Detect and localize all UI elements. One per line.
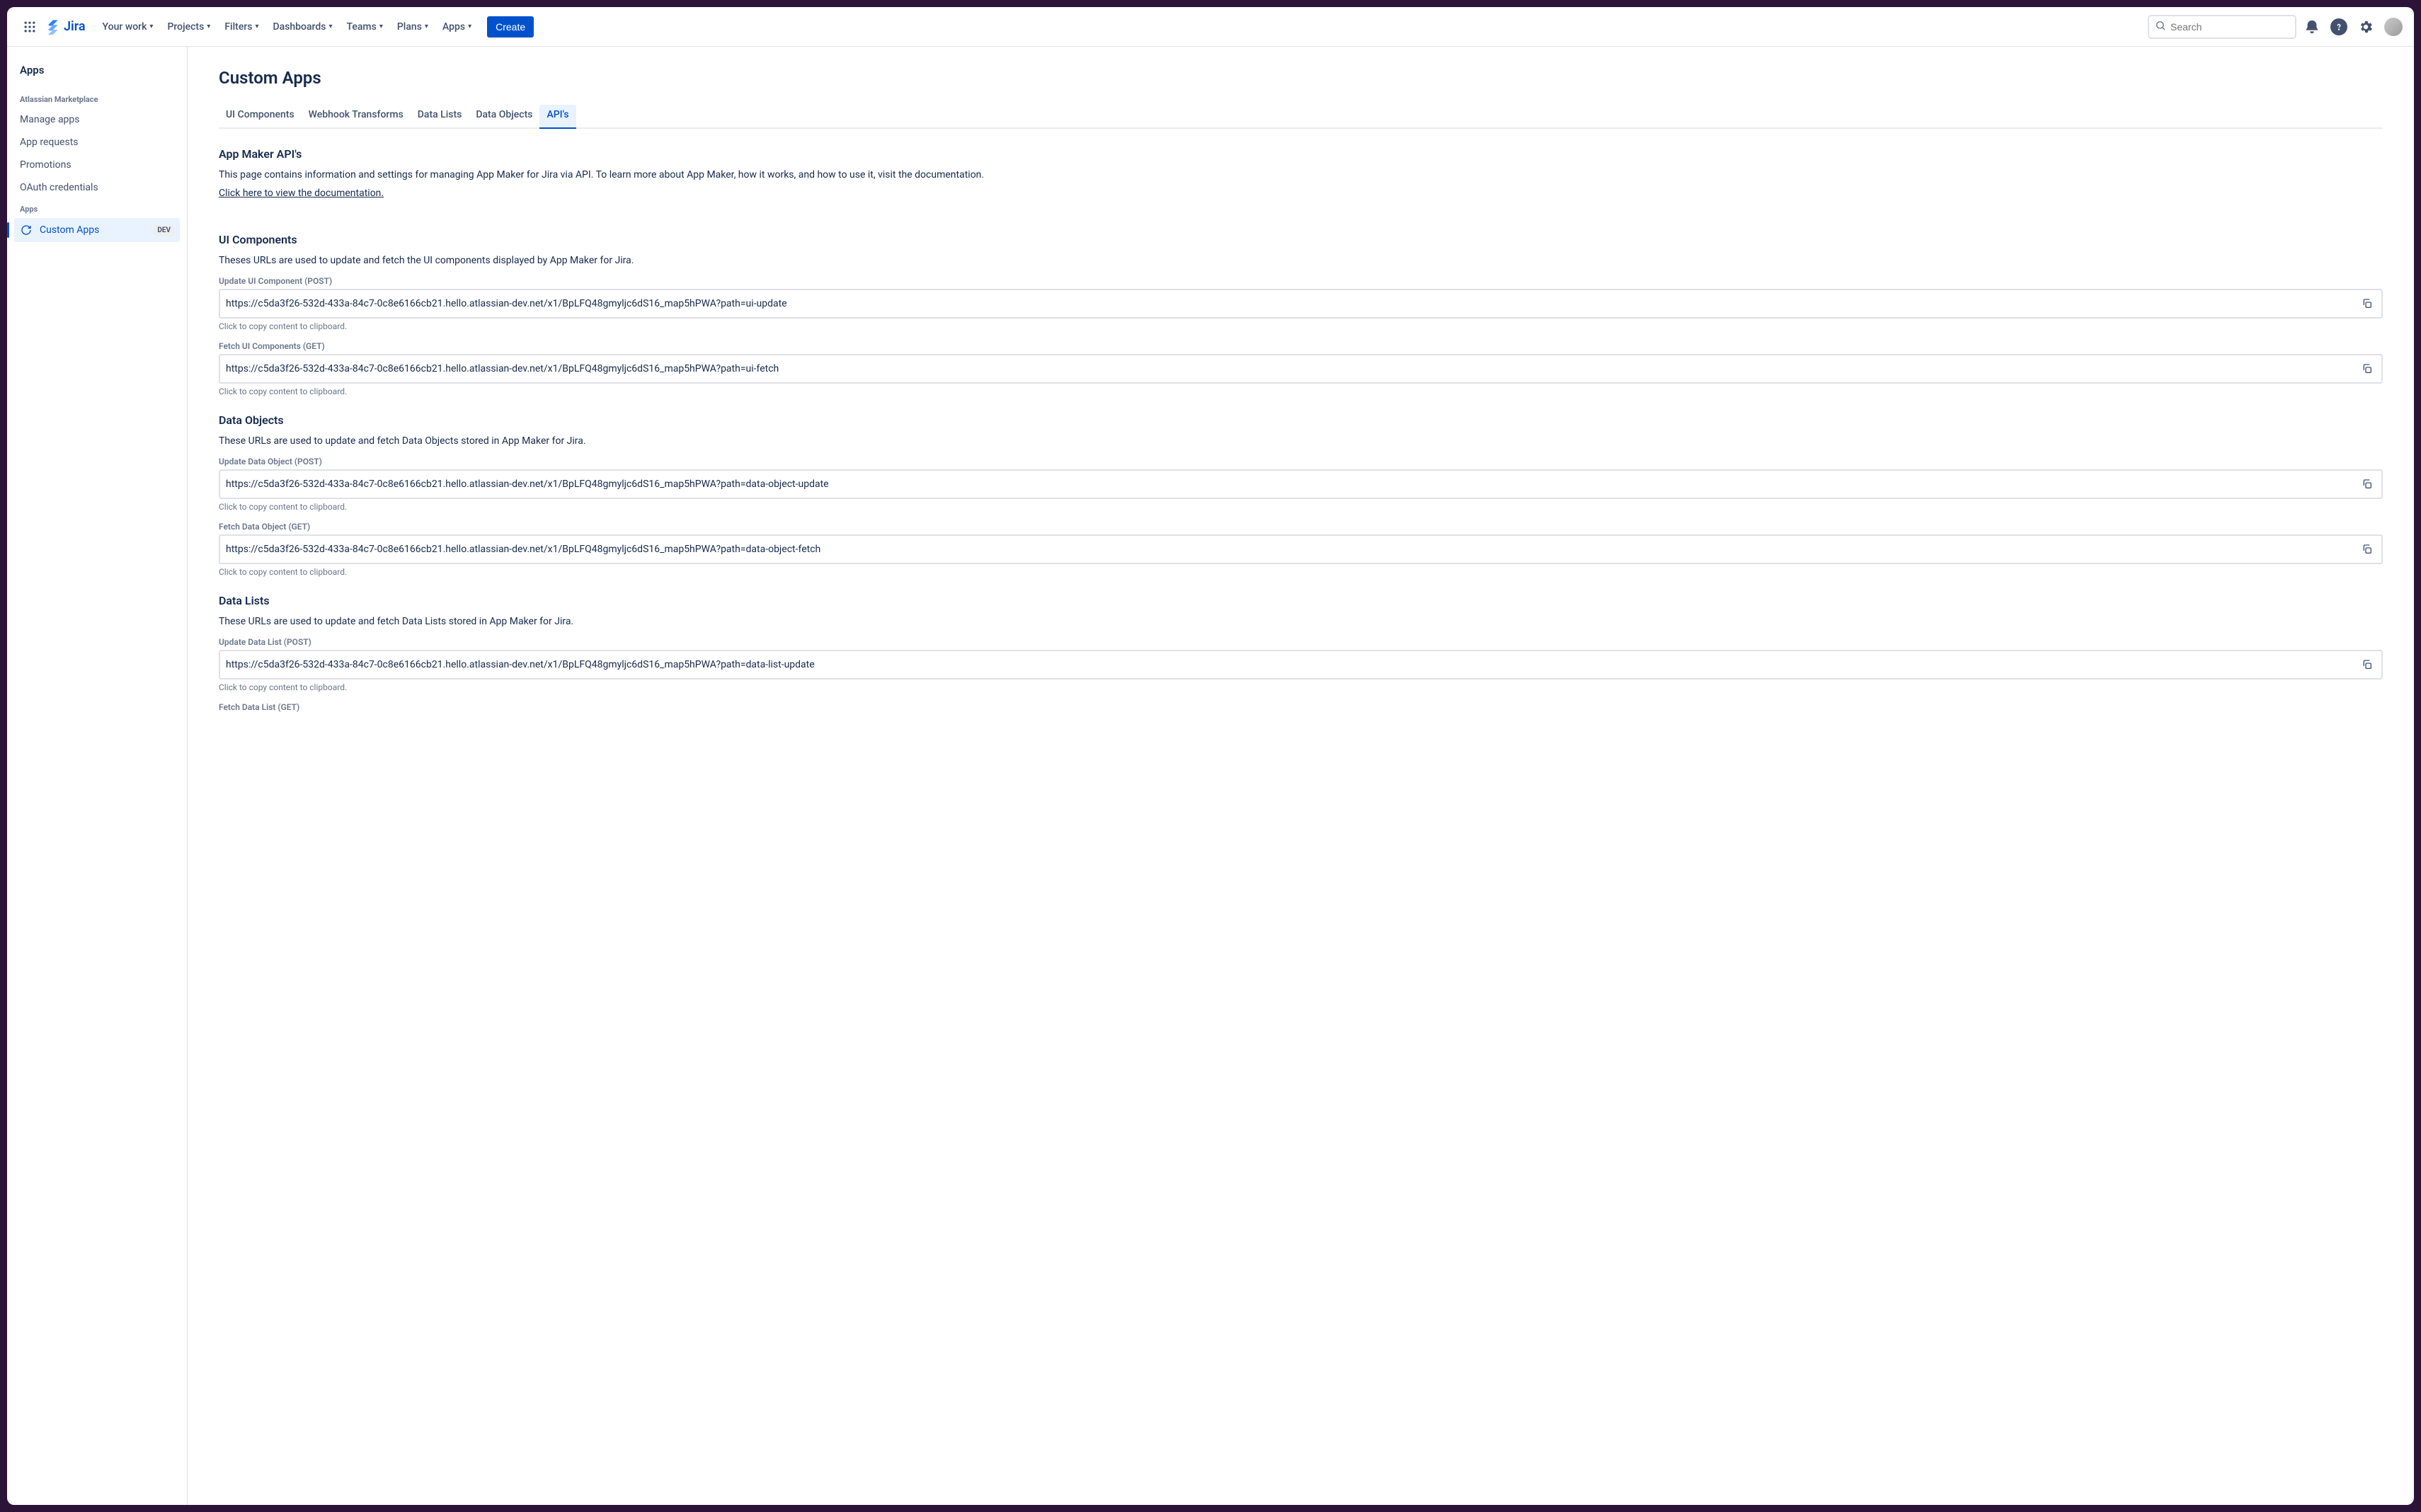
- nav-item-label: Your work: [103, 21, 147, 33]
- copy-icon[interactable]: [2359, 656, 2376, 673]
- tab-data-objects[interactable]: Data Objects: [469, 105, 539, 129]
- section-heading: Data Objects: [219, 413, 2383, 427]
- url-text: https://c5da3f26-532d-433a-84c7-0c8e6166…: [226, 298, 2359, 309]
- intro-text: This page contains information and setti…: [219, 169, 2383, 181]
- sidebar-group-label: Apps: [14, 199, 180, 218]
- sidebar-item-label: Manage apps: [20, 114, 80, 125]
- top-navigation-bar: Jira Your work▾Projects▾Filters▾Dashboar…: [7, 7, 2414, 47]
- field-label: Fetch Data Object (GET): [219, 522, 2383, 532]
- create-button[interactable]: Create: [487, 16, 534, 38]
- jira-logo[interactable]: Jira: [45, 19, 86, 35]
- url-box[interactable]: https://c5da3f26-532d-433a-84c7-0c8e6166…: [219, 534, 2383, 564]
- helper-text: Click to copy content to clipboard.: [219, 567, 2383, 577]
- helper-text: Click to copy content to clipboard.: [219, 682, 2383, 692]
- url-box[interactable]: https://c5da3f26-532d-433a-84c7-0c8e6166…: [219, 354, 2383, 384]
- field-label: Update Data List (POST): [219, 637, 2383, 647]
- url-text: https://c5da3f26-532d-433a-84c7-0c8e6166…: [226, 363, 2359, 374]
- copy-icon[interactable]: [2359, 295, 2376, 312]
- url-text: https://c5da3f26-532d-433a-84c7-0c8e6166…: [226, 479, 2359, 490]
- chevron-down-icon: ▾: [425, 23, 428, 30]
- product-name: Jira: [64, 19, 86, 34]
- nav-item-teams[interactable]: Teams▾: [341, 17, 389, 37]
- chevron-down-icon: ▾: [207, 23, 210, 30]
- copy-icon[interactable]: [2359, 541, 2376, 558]
- chevron-down-icon: ▾: [379, 23, 383, 30]
- main-content: Custom Apps UI ComponentsWebhook Transfo…: [188, 47, 2414, 1505]
- sidebar-group-label: Atlassian Marketplace: [14, 89, 180, 108]
- helper-text: Click to copy content to clipboard.: [219, 386, 2383, 396]
- nav-item-label: Projects: [167, 21, 204, 33]
- field-label: Update Data Object (POST): [219, 457, 2383, 466]
- tab-data-lists[interactable]: Data Lists: [411, 105, 469, 129]
- dev-badge: DEV: [154, 225, 174, 236]
- nav-item-projects[interactable]: Projects▾: [161, 17, 216, 37]
- sidebar-item-promotions[interactable]: Promotions: [14, 154, 180, 176]
- app-switcher-icon[interactable]: [18, 16, 41, 38]
- nav-item-plans[interactable]: Plans▾: [391, 17, 434, 37]
- url-box[interactable]: https://c5da3f26-532d-433a-84c7-0c8e6166…: [219, 469, 2383, 499]
- sidebar-item-label: Promotions: [20, 159, 71, 171]
- nav-items: Your work▾Projects▾Filters▾Dashboards▾Te…: [97, 17, 478, 37]
- field-label: Fetch Data List (GET): [219, 702, 2383, 712]
- search-icon: [2155, 20, 2166, 34]
- url-box[interactable]: https://c5da3f26-532d-433a-84c7-0c8e6166…: [219, 650, 2383, 680]
- tab-ui-components[interactable]: UI Components: [219, 105, 302, 129]
- nav-item-your-work[interactable]: Your work▾: [97, 17, 159, 37]
- settings-icon[interactable]: [2354, 16, 2377, 38]
- chevron-down-icon: ▾: [468, 23, 471, 30]
- copy-icon[interactable]: [2359, 360, 2376, 377]
- nav-item-label: Plans: [397, 21, 422, 33]
- sidebar-item-label: App requests: [20, 137, 79, 148]
- nav-item-label: Dashboards: [273, 21, 326, 33]
- field-label: Fetch UI Components (GET): [219, 341, 2383, 351]
- section-description: These URLs are used to update and fetch …: [219, 616, 2383, 627]
- sidebar-item-custom-apps[interactable]: Custom Apps DEV: [14, 218, 180, 242]
- url-box[interactable]: https://c5da3f26-532d-433a-84c7-0c8e6166…: [219, 289, 2383, 319]
- tabs: UI ComponentsWebhook TransformsData List…: [219, 105, 2383, 129]
- nav-item-apps[interactable]: Apps▾: [437, 17, 477, 37]
- section-description: Theses URLs are used to update and fetch…: [219, 255, 2383, 266]
- tab-api-s[interactable]: API's: [539, 105, 576, 129]
- section-heading: UI Components: [219, 233, 2383, 246]
- chevron-down-icon: ▾: [328, 23, 332, 30]
- nav-item-label: Apps: [442, 21, 465, 33]
- url-text: https://c5da3f26-532d-433a-84c7-0c8e6166…: [226, 544, 2359, 555]
- intro-heading: App Maker API's: [219, 147, 2383, 161]
- sidebar: Apps Atlassian Marketplace Manage apps App…: [7, 47, 188, 1505]
- chevron-down-icon: ▾: [255, 23, 258, 30]
- sidebar-item-label: OAuth credentials: [20, 182, 98, 193]
- help-icon[interactable]: [2330, 18, 2347, 35]
- section-description: These URLs are used to update and fetch …: [219, 435, 2383, 447]
- sidebar-item-manage-apps[interactable]: Manage apps: [14, 108, 180, 131]
- url-text: https://c5da3f26-532d-433a-84c7-0c8e6166…: [226, 659, 2359, 670]
- search-input[interactable]: [2170, 21, 2299, 33]
- nav-item-label: Teams: [347, 21, 377, 33]
- section-heading: Data Lists: [219, 594, 2383, 607]
- tab-webhook-transforms[interactable]: Webhook Transforms: [302, 105, 411, 129]
- sidebar-item-label: Custom Apps: [40, 224, 99, 236]
- documentation-link[interactable]: Click here to view the documentation.: [219, 188, 384, 199]
- nav-item-dashboards[interactable]: Dashboards▾: [268, 17, 338, 37]
- sidebar-title: Apps: [14, 64, 180, 89]
- search-box[interactable]: [2148, 15, 2296, 39]
- arrows-rotate-icon: [20, 224, 33, 236]
- nav-item-label: Filters: [224, 21, 252, 33]
- notifications-icon[interactable]: [2301, 16, 2323, 38]
- chevron-down-icon: ▾: [149, 23, 153, 30]
- nav-item-filters[interactable]: Filters▾: [219, 17, 264, 37]
- sidebar-item-oauth-credentials[interactable]: OAuth credentials: [14, 176, 180, 199]
- copy-icon[interactable]: [2359, 476, 2376, 493]
- helper-text: Click to copy content to clipboard.: [219, 321, 2383, 331]
- field-label: Update UI Component (POST): [219, 276, 2383, 286]
- avatar[interactable]: [2384, 18, 2403, 36]
- page-title: Custom Apps: [219, 68, 2383, 88]
- helper-text: Click to copy content to clipboard.: [219, 502, 2383, 512]
- sidebar-item-app-requests[interactable]: App requests: [14, 131, 180, 154]
